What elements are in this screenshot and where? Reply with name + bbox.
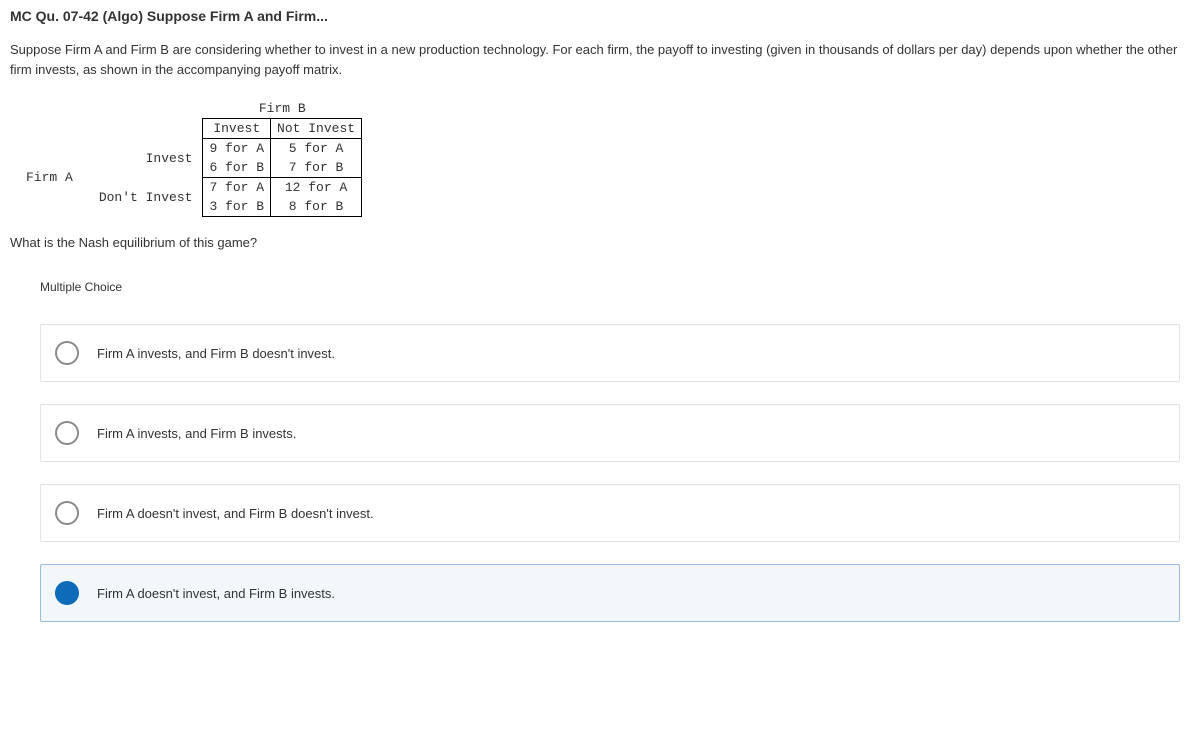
answer-option-3[interactable]: Firm A doesn't invest, and Firm B invest…	[40, 564, 1180, 622]
answer-option-0[interactable]: Firm A invests, and Firm B doesn't inves…	[40, 324, 1180, 382]
answer-option-1[interactable]: Firm A invests, and Firm B invests.	[40, 404, 1180, 462]
answer-option-2[interactable]: Firm A doesn't invest, and Firm B doesn'…	[40, 484, 1180, 542]
row-header-0: Invest	[93, 139, 203, 178]
col-player-label: Firm B	[203, 99, 362, 119]
answer-text: Firm A doesn't invest, and Firm B invest…	[97, 586, 335, 601]
cell-0-1-a: 5 for A	[271, 139, 362, 159]
mc-label: Multiple Choice	[40, 280, 1190, 294]
cell-0-1-b: 7 for B	[271, 158, 362, 178]
cell-1-1-b: 8 for B	[271, 197, 362, 217]
question-prompt: What is the Nash equilibrium of this gam…	[10, 235, 1190, 250]
row-header-1: Don't Invest	[93, 178, 203, 217]
answer-text: Firm A invests, and Firm B doesn't inves…	[97, 346, 335, 361]
row-player-label: Firm A	[20, 139, 93, 217]
answer-text: Firm A doesn't invest, and Firm B doesn'…	[97, 506, 374, 521]
question-intro: Suppose Firm A and Firm B are considerin…	[10, 40, 1190, 79]
payoff-matrix: Firm B Invest Not Invest Firm A Invest 9…	[20, 99, 1190, 217]
cell-1-0-a: 7 for A	[203, 178, 271, 198]
radio-icon	[55, 341, 79, 365]
radio-icon	[55, 581, 79, 605]
cell-1-0-b: 3 for B	[203, 197, 271, 217]
radio-icon	[55, 421, 79, 445]
question-title: MC Qu. 07-42 (Algo) Suppose Firm A and F…	[10, 8, 1190, 24]
cell-1-1-a: 12 for A	[271, 178, 362, 198]
cell-0-0-b: 6 for B	[203, 158, 271, 178]
col-header-0: Invest	[203, 119, 271, 139]
options-list: Firm A invests, and Firm B doesn't inves…	[40, 324, 1180, 622]
col-header-1: Not Invest	[271, 119, 362, 139]
radio-icon	[55, 501, 79, 525]
answer-text: Firm A invests, and Firm B invests.	[97, 426, 296, 441]
cell-0-0-a: 9 for A	[203, 139, 271, 159]
